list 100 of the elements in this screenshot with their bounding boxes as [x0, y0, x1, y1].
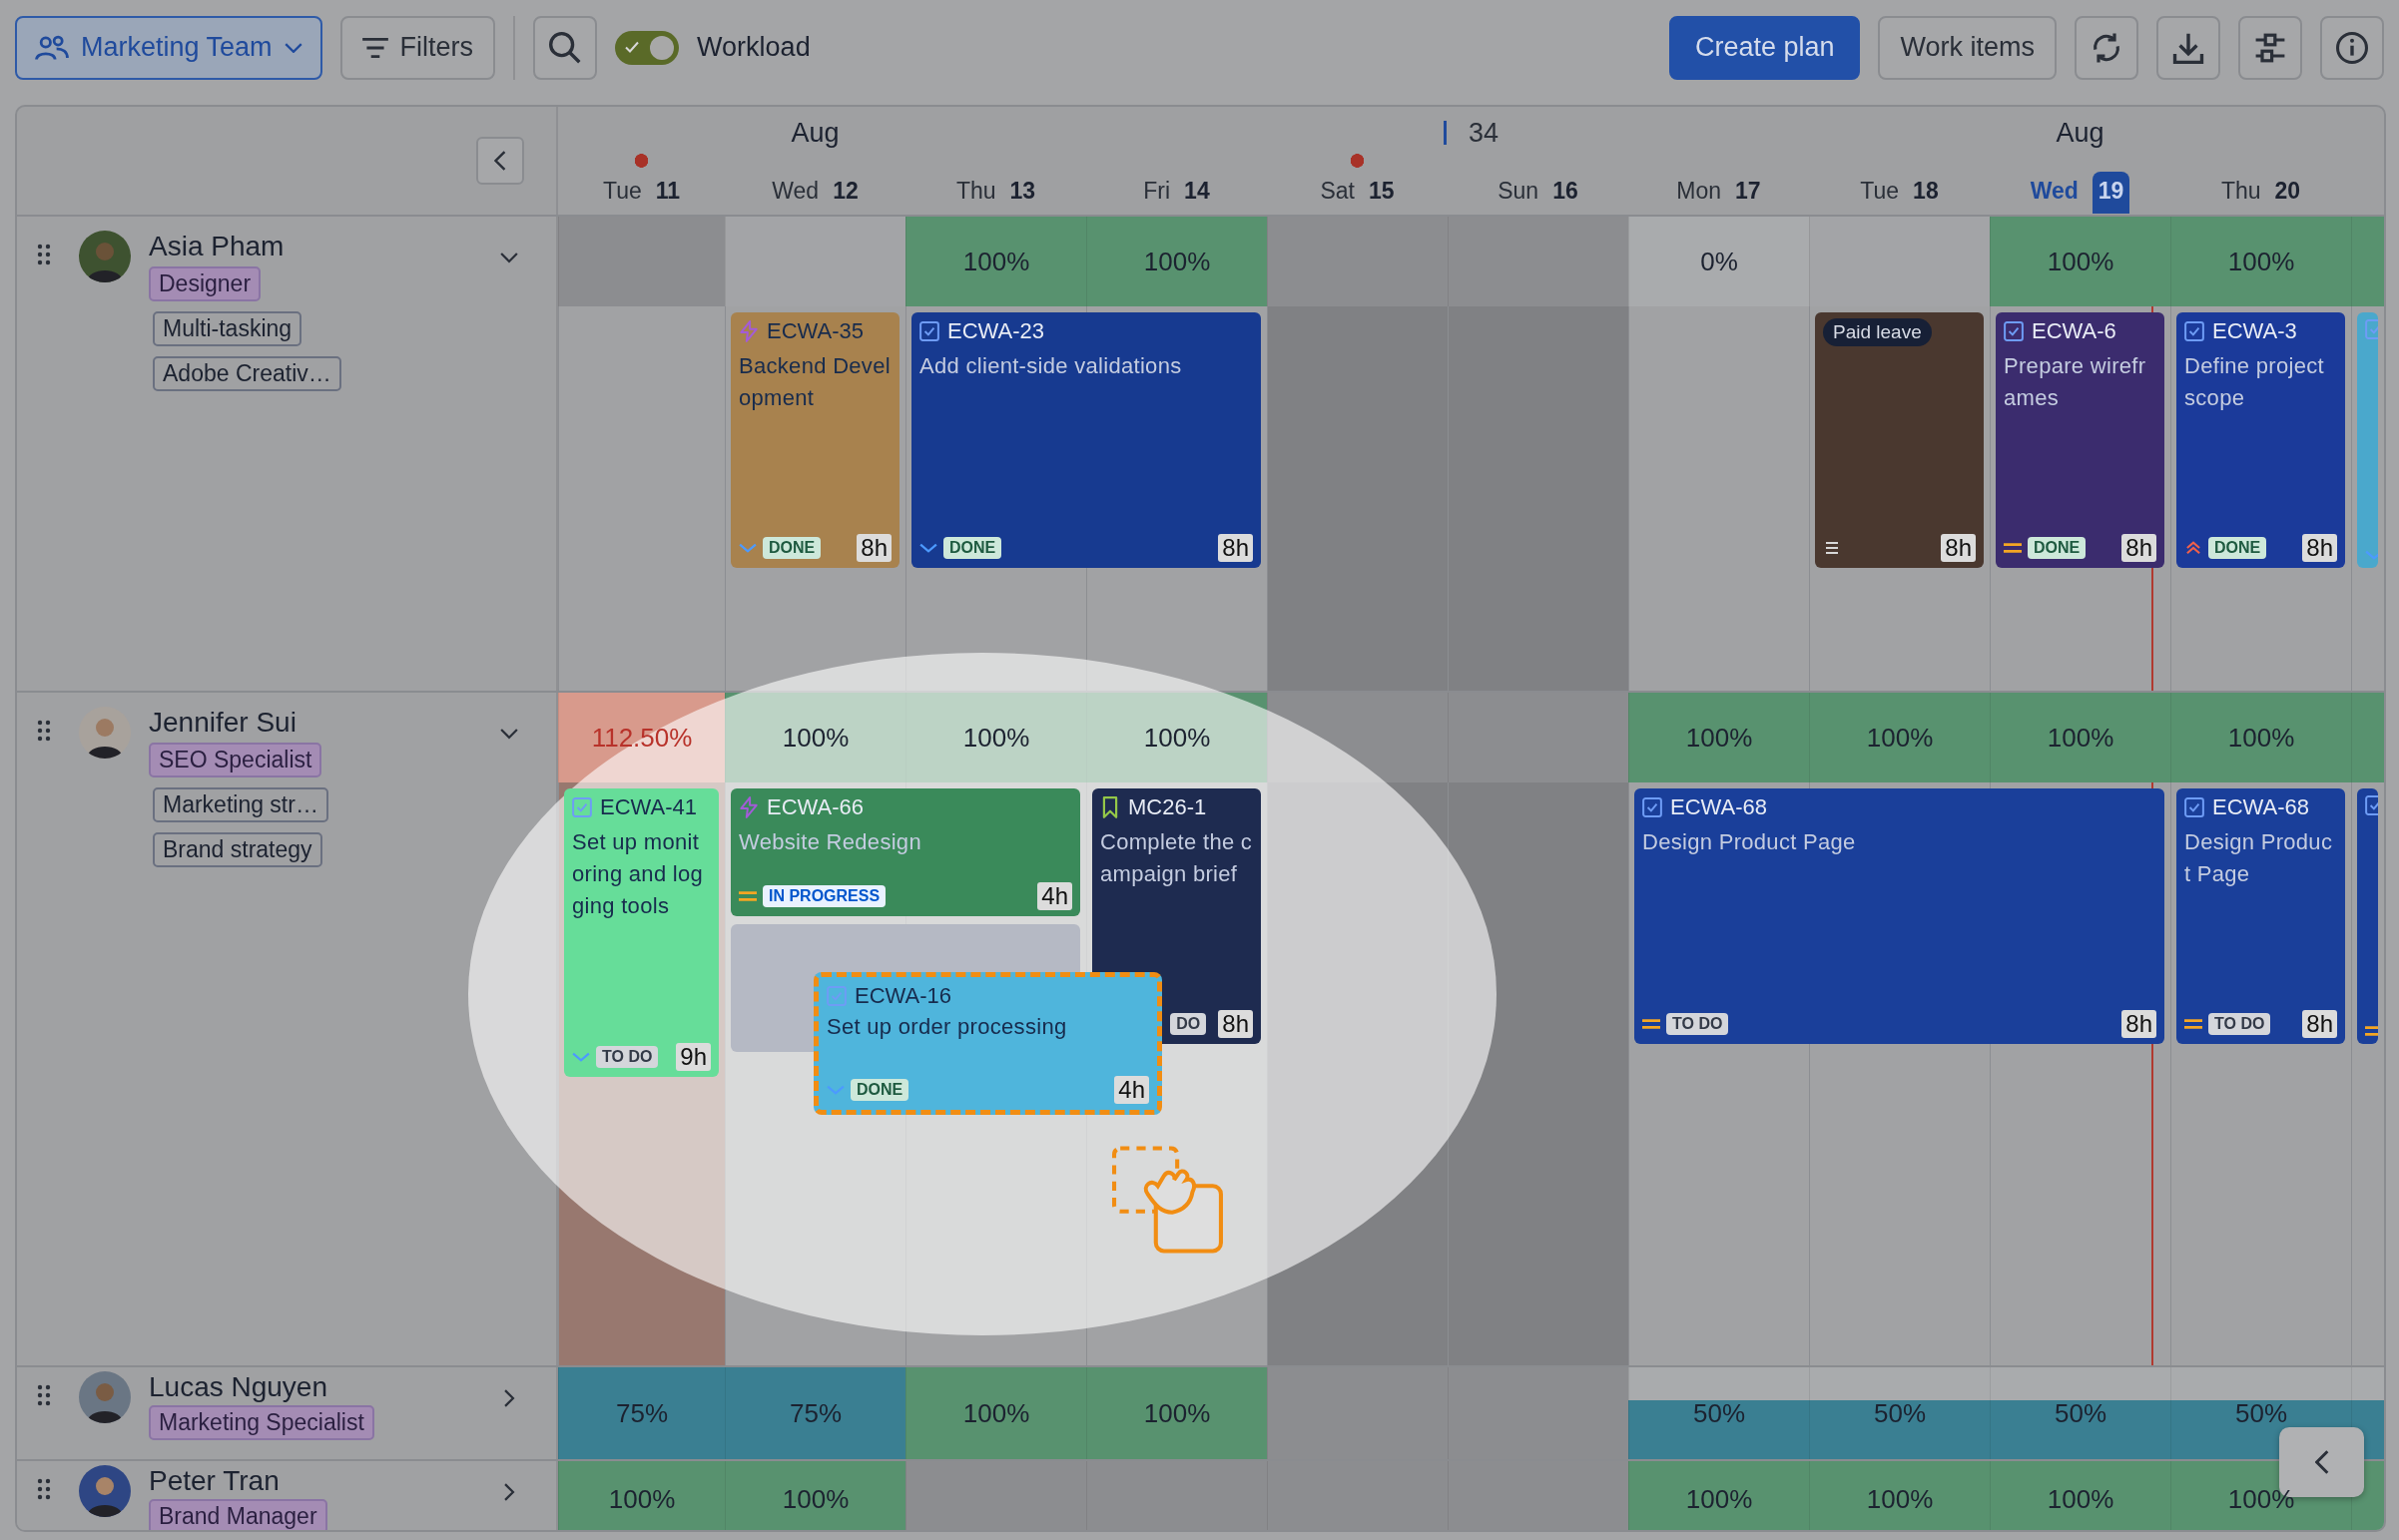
avatar	[79, 1371, 131, 1423]
week-number: 34	[1444, 121, 1499, 145]
day-label: Fri 14	[1142, 177, 1211, 206]
task-card[interactable]: ECWA-3 Define project scope DONE 8h	[2176, 312, 2345, 568]
status-badge: DONE	[2208, 537, 2267, 559]
hours-badge: 9h	[676, 1043, 711, 1071]
task-card[interactable]: ECWA-68 Design Product Page TO DO 8h	[1634, 788, 2164, 1044]
task-key: ECWA-6	[2032, 318, 2116, 344]
drag-handle-icon[interactable]	[37, 243, 51, 266]
role-tag: Designer	[149, 266, 262, 301]
hours-badge: 4h	[1037, 882, 1072, 910]
workload-cell: 100%	[1628, 1461, 1809, 1530]
task-title: Design Product Page	[2184, 828, 2334, 888]
check-icon	[625, 40, 640, 53]
workload-cell: 75%	[558, 1367, 725, 1459]
workload-cell: 100%	[1086, 1367, 1267, 1459]
workload-cell: 100%	[1628, 693, 1809, 782]
task-title: Complete the campaign brief	[1100, 828, 1253, 888]
skill-tag: Adobe Creativ…	[153, 356, 341, 391]
info-button[interactable]	[2320, 15, 2384, 80]
filter-icon	[361, 37, 388, 58]
role-tag: Brand Manager	[149, 1499, 327, 1530]
drag-handle-icon[interactable]	[37, 719, 51, 743]
hours-badge: 8h	[2121, 1010, 2156, 1038]
task-key: ECWA-3	[2212, 318, 2297, 344]
day-label: Mon 17	[1675, 177, 1762, 206]
task-key: ECWA-66	[767, 794, 864, 820]
task-card[interactable]: ECWA-41 Set up monitoring and logging tools TO DO 9h	[564, 788, 719, 1077]
drag-handle-icon[interactable]	[37, 1383, 51, 1407]
workload-cell: 100%	[2170, 693, 2351, 782]
chevron-left-icon	[2314, 1450, 2329, 1474]
workload-cell: 100%	[1809, 1461, 1990, 1530]
day-label: Tue 18	[1859, 177, 1940, 206]
workload-cell: 100%	[1990, 217, 2170, 306]
hours-badge: 8h	[857, 534, 892, 562]
drag-handle-icon[interactable]	[37, 1477, 51, 1501]
workload-cell: 50%	[1628, 1367, 1809, 1459]
task-card[interactable]: ECWA-6 Prepare wireframes DONE 8h	[1996, 312, 2164, 568]
avatar	[79, 707, 131, 759]
task-title: Design Product Page	[1642, 828, 1857, 856]
status-badge: TO DO	[596, 1046, 659, 1068]
hours-badge: 8h	[2302, 534, 2337, 562]
search-button[interactable]	[533, 15, 598, 80]
task-key: MC26-1	[1128, 794, 1207, 820]
work-items-button[interactable]: Work items	[1878, 15, 2057, 80]
status-badge: TO DO	[1666, 1013, 1729, 1035]
info-icon	[2336, 31, 2368, 64]
status-badge: DONE	[851, 1079, 909, 1101]
create-plan-button[interactable]: Create plan	[1668, 15, 1861, 80]
refresh-button[interactable]	[2075, 15, 2138, 80]
task-key: ECWA-68	[1670, 794, 1767, 820]
dragged-card-overlay[interactable]: ECWA-16 Set up order processing DONE 4h	[814, 972, 1162, 1115]
task-card[interactable]: ECWA-68 Design Product Page TO DO 8h	[2176, 788, 2345, 1044]
role-tag: SEO Specialist	[149, 743, 322, 777]
day-label: Thu 13	[954, 177, 1037, 206]
hours-badge: 8h	[1218, 534, 1253, 562]
task-card[interactable]: ECWA-23 Add client-side validations DONE 8h	[911, 312, 1261, 568]
person-name: Jennifer Sui	[149, 707, 297, 739]
skill-tag: Marketing str…	[153, 787, 328, 822]
settings-button[interactable]	[2238, 15, 2302, 80]
workload-cell: 100%	[905, 1367, 1086, 1459]
workload-cell: 50%	[1809, 1367, 1990, 1459]
hours-badge: 8h	[1218, 1010, 1253, 1038]
status-badge: DONE	[763, 537, 822, 559]
status-badge: DONE	[2028, 537, 2087, 559]
workload-cell: 100%	[1086, 217, 1267, 306]
person-name: Asia Pham	[149, 231, 285, 262]
workload-cell: 50%	[1990, 1367, 2170, 1459]
task-title: Prepare wireframes	[2004, 352, 2147, 412]
status-badge: TO DO	[2208, 1013, 2271, 1035]
chevron-down-icon	[284, 42, 302, 53]
leave-label: Paid leave	[1823, 318, 1932, 346]
avatar	[79, 1465, 131, 1517]
workload-toggle[interactable]	[615, 30, 680, 65]
person-name: Lucas Nguyen	[149, 1371, 327, 1403]
workload-cell: 100%	[905, 693, 1086, 782]
person-name: Peter Tran	[149, 1465, 280, 1497]
month-label: Aug	[791, 118, 840, 150]
download-icon	[2172, 31, 2204, 64]
workload-cell: 100%	[1809, 693, 1990, 782]
task-key: ECWA-68	[2212, 794, 2309, 820]
task-title: Set up monitoring and logging tools	[572, 828, 705, 920]
download-button[interactable]	[2156, 15, 2220, 80]
workload-cell: 100%	[725, 693, 905, 782]
status-badge: DONE	[943, 537, 1002, 559]
workload-cell: 75%	[725, 1367, 905, 1459]
hours-badge: 4h	[1114, 1076, 1149, 1104]
task-card[interactable]	[2357, 788, 2378, 1044]
status-badge: DO	[1170, 1013, 1207, 1035]
workload-cell: 100%	[1086, 693, 1267, 782]
workload-cell: 112.50%	[558, 693, 725, 782]
hours-badge: 8h	[1941, 534, 1976, 562]
day-label: Sun 16	[1497, 177, 1579, 206]
collapse-button[interactable]	[476, 137, 524, 185]
task-key: ECWA-23	[947, 318, 1044, 344]
filters-button[interactable]: Filters	[339, 15, 496, 80]
task-card[interactable]: ECWA-35 Backend Development DONE 8h	[731, 312, 900, 568]
hours-badge: 8h	[2121, 534, 2156, 562]
leave-card[interactable]: Paid leave 8h	[1815, 312, 1984, 568]
task-card[interactable]: ECWA-66 Website Redesign IN PROGRESS 4h	[731, 788, 1080, 916]
